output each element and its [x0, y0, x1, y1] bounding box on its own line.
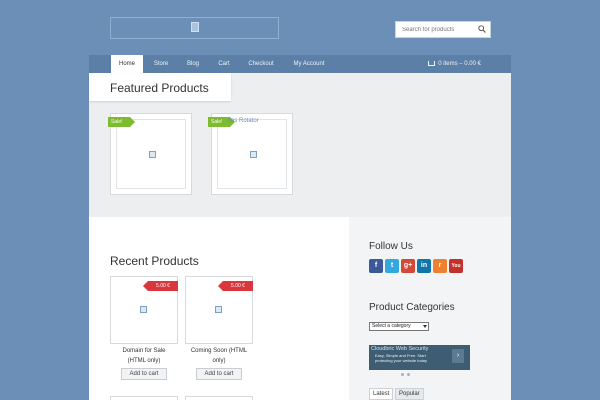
price-badge: 5.00 €: [143, 281, 178, 291]
product-image-frame: [217, 119, 287, 189]
tab-latest[interactable]: Latest: [369, 388, 394, 400]
nav-item-blog[interactable]: Blog: [181, 55, 205, 73]
cart-icon: [428, 60, 436, 66]
product-image-frame: [116, 119, 186, 189]
google-plus-icon[interactable]: g+: [401, 259, 415, 273]
ad-banner[interactable]: Cloudbric Web Security Easy, Simple and …: [369, 345, 470, 376]
featured-product-title[interactable]: ites Rotator: [228, 118, 259, 124]
nav-item-checkout[interactable]: Checkout: [244, 55, 278, 73]
recent-products-title: Recent Products: [110, 254, 199, 268]
sale-badge: Sale!: [108, 117, 135, 127]
follow-us-title: Follow Us: [369, 241, 413, 252]
broken-image-icon: [140, 306, 147, 313]
chevron-down-icon: [423, 325, 427, 328]
nav-item-cart[interactable]: Cart: [213, 55, 235, 73]
category-select[interactable]: Select a category: [369, 322, 429, 331]
linkedin-icon[interactable]: in: [417, 259, 431, 273]
youtube-icon[interactable]: You: [449, 259, 463, 273]
recent-product-card[interactable]: [110, 396, 178, 400]
nav-item-store[interactable]: Store: [147, 55, 175, 73]
broken-image-icon: [250, 151, 257, 158]
carousel-dots[interactable]: [401, 363, 413, 381]
cart-summary-text: 0 items – 0.00 €: [438, 61, 481, 67]
logo-image-icon: [191, 22, 199, 32]
add-to-cart-button[interactable]: Add to cart: [121, 368, 167, 380]
featured-title-box: Featured Products: [89, 73, 231, 101]
recent-products-section: Recent Products 5.00 € Domain for Sale (…: [89, 217, 349, 400]
ad-title: Cloudbric Web Security: [371, 346, 429, 352]
tab-popular[interactable]: Popular: [395, 388, 424, 400]
product-name-line[interactable]: (HTML only): [109, 356, 179, 366]
recent-product-card[interactable]: 5.00 €: [110, 276, 178, 344]
product-name-line[interactable]: Domain for Sale: [109, 346, 179, 356]
main-nav: Home Store Blog Cart Checkout My Account…: [89, 55, 511, 73]
featured-products-title: Featured Products: [110, 81, 209, 95]
nav-item-my-account[interactable]: My Account: [288, 55, 330, 73]
search-box: [395, 21, 491, 38]
nav-item-home[interactable]: Home: [111, 55, 143, 73]
price-badge: 5.00 €: [218, 281, 253, 291]
broken-image-icon: [215, 306, 222, 313]
chevron-right-icon[interactable]: ›: [452, 349, 464, 363]
product-name-line[interactable]: Coming Soon (HTML: [184, 346, 254, 356]
rss-icon[interactable]: r: [433, 259, 447, 273]
product-name-line[interactable]: only): [184, 356, 254, 366]
broken-image-icon: [149, 151, 156, 158]
facebook-icon[interactable]: f: [369, 259, 383, 273]
twitter-icon[interactable]: t: [385, 259, 399, 273]
sale-badge: Sale!: [208, 117, 235, 127]
search-icon[interactable]: [478, 25, 486, 33]
site-logo[interactable]: [110, 17, 279, 39]
recent-product-card[interactable]: 5.00 €: [185, 276, 253, 344]
search-input[interactable]: [396, 22, 474, 37]
sidebar: Follow Us f t g+ in r You Product Catego…: [349, 217, 511, 400]
recent-product-card[interactable]: [185, 396, 253, 400]
category-select-value: Select a category: [372, 323, 411, 329]
featured-products-section: Featured Products Sale! Sale!: [89, 73, 511, 217]
product-categories-title: Product Categories: [369, 302, 455, 313]
add-to-cart-button[interactable]: Add to cart: [196, 368, 242, 380]
header-cart[interactable]: 0 items – 0.00 €: [428, 55, 481, 73]
